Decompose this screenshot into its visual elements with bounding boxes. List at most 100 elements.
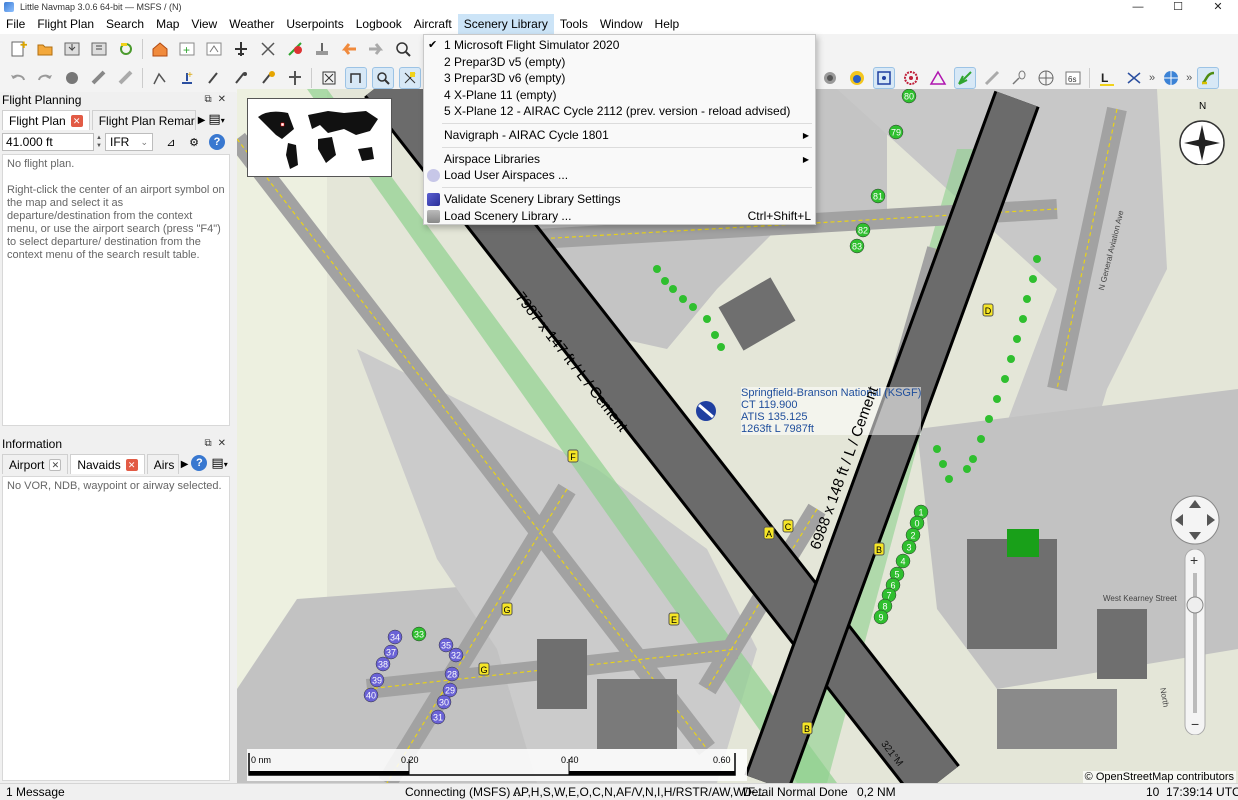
zoom-slider[interactable]: + − xyxy=(1183,549,1207,735)
save-icon[interactable] xyxy=(61,38,83,60)
restricted-airspace-icon[interactable] xyxy=(900,67,922,89)
menu-item-xplane-11[interactable]: 4 X-Plane 11 (empty) xyxy=(424,87,815,104)
cruise-altitude-input[interactable]: 41.000 ft xyxy=(2,133,94,151)
menu-flight-plan[interactable]: Flight Plan xyxy=(31,14,100,34)
menu-aircraft[interactable]: Aircraft xyxy=(408,14,458,34)
new-plan-icon[interactable]: ✚ xyxy=(7,38,29,60)
menu-item-validate-scenery[interactable]: Validate Scenery Library Settings xyxy=(424,191,815,208)
map-navigation-pad[interactable] xyxy=(1169,494,1221,546)
balloon-icon[interactable] xyxy=(1008,67,1030,89)
menu-window[interactable]: Window xyxy=(594,14,649,34)
magnetic-var-icon[interactable] xyxy=(1123,67,1145,89)
menu-item-p3d-v5[interactable]: 2 Prepar3D v5 (empty) xyxy=(424,54,815,71)
export-icon[interactable] xyxy=(311,38,333,60)
add-waypoint-icon[interactable]: + xyxy=(176,38,198,60)
search-map-icon[interactable] xyxy=(371,66,394,89)
map-highlight-icon[interactable] xyxy=(398,66,421,89)
timer-icon[interactable]: 6s xyxy=(1062,67,1084,89)
menu-file[interactable]: File xyxy=(0,14,31,34)
tab-menu-icon[interactable]: ▤▾ xyxy=(208,111,224,127)
settings-icon[interactable]: ⚙ xyxy=(184,133,204,151)
weather-icon[interactable] xyxy=(819,67,841,89)
help-icon[interactable]: ? xyxy=(207,133,227,151)
pen-icon[interactable] xyxy=(981,67,1003,89)
tab-menu-icon[interactable]: ▤▾ xyxy=(211,455,227,471)
help-icon[interactable]: ? xyxy=(191,455,208,471)
menu-item-msfs-2020[interactable]: ✔ 1 Microsoft Flight Simulator 2020 xyxy=(424,37,815,54)
menu-userpoints[interactable]: Userpoints xyxy=(280,14,349,34)
close-tab-icon[interactable]: ✕ xyxy=(49,458,62,471)
vor-icon[interactable] xyxy=(203,67,225,89)
tab-flight-plan[interactable]: Flight Plan ✕ xyxy=(2,110,90,130)
menu-search[interactable]: Search xyxy=(100,14,150,34)
triangle-airspace-icon[interactable] xyxy=(927,67,949,89)
menu-item-p3d-v6[interactable]: 3 Prepar3D v6 (empty) xyxy=(424,70,815,87)
route-calc-icon[interactable] xyxy=(257,38,279,60)
menu-map[interactable]: Map xyxy=(150,14,185,34)
altitude-spinner[interactable]: ▲ ▼ xyxy=(94,134,104,150)
save-as-icon[interactable] xyxy=(88,38,110,60)
menu-logbook[interactable]: Logbook xyxy=(350,14,408,34)
elevation-profile-icon[interactable]: L xyxy=(1096,67,1118,89)
undo-icon[interactable] xyxy=(7,67,29,89)
show-route-icon[interactable] xyxy=(344,66,367,89)
close-tab-icon[interactable]: ✕ xyxy=(70,114,83,127)
aircraft-trail-icon[interactable] xyxy=(1196,66,1219,89)
menu-item-navigraph[interactable]: Navigraph - AIRAC Cycle 1801 ▶ xyxy=(424,127,815,144)
toolbar-overflow-icon[interactable]: » xyxy=(1149,72,1155,84)
close-dock-icon[interactable]: ✕ xyxy=(218,94,232,105)
close-dock-icon[interactable]: ✕ xyxy=(218,438,232,449)
flight-rule-select[interactable]: IFR ⌄ xyxy=(105,133,153,151)
menu-item-load-scenery-library[interactable]: Load Scenery Library ... Ctrl+Shift+L xyxy=(424,208,815,225)
menu-item-xplane-12[interactable]: 5 X-Plane 12 - AIRAC Cycle 2112 (prev. v… xyxy=(424,103,815,120)
ndb-icon[interactable] xyxy=(230,67,252,89)
tab-flight-plan-remarks[interactable]: Flight Plan Remarks xyxy=(91,110,196,130)
edit-plan-icon[interactable]: ⊿ xyxy=(161,133,181,151)
minimize-button[interactable]: — xyxy=(1118,0,1158,14)
menu-item-load-user-airspaces[interactable]: Load User Airspaces ... xyxy=(424,167,815,184)
weather-source-icon[interactable] xyxy=(846,67,868,89)
aircraft-icon[interactable] xyxy=(230,38,252,60)
close-window-button[interactable]: ✕ xyxy=(1198,0,1238,14)
tab-scroll-right-icon[interactable]: ▶ xyxy=(181,459,189,470)
back-icon[interactable] xyxy=(338,38,360,60)
float-dock-icon[interactable]: ⧉ xyxy=(204,94,217,105)
ils-feather-icon[interactable] xyxy=(953,66,976,89)
redo-icon[interactable] xyxy=(34,67,56,89)
ruler-icon[interactable] xyxy=(88,67,110,89)
ruler-alt-icon[interactable] xyxy=(115,67,137,89)
airspace-icon[interactable] xyxy=(872,66,895,89)
close-tab-icon[interactable]: ✕ xyxy=(125,458,138,471)
airport-label[interactable]: Springfield-Branson National (KSGF) CT 1… xyxy=(741,387,922,435)
circle-icon[interactable] xyxy=(61,67,83,89)
menu-view[interactable]: View xyxy=(185,14,223,34)
overview-minimap[interactable] xyxy=(247,98,392,177)
menu-help[interactable]: Help xyxy=(649,14,686,34)
menu-weather[interactable]: Weather xyxy=(223,14,280,34)
forward-icon[interactable] xyxy=(365,38,387,60)
waypoint-star-icon[interactable] xyxy=(257,67,279,89)
ils-icon[interactable] xyxy=(284,38,306,60)
float-dock-icon[interactable]: ⧉ xyxy=(204,438,217,449)
route-edit-icon[interactable] xyxy=(203,38,225,60)
center-aircraft-icon[interactable] xyxy=(284,67,306,89)
tab-scroll-right-icon[interactable]: ▶ xyxy=(198,115,206,126)
departure-home-icon[interactable] xyxy=(149,38,171,60)
zoom-search-icon[interactable] xyxy=(392,38,414,60)
menu-item-airspace-libraries[interactable]: Airspace Libraries ▶ xyxy=(424,151,815,168)
fit-map-icon[interactable] xyxy=(318,67,340,89)
globe-icon[interactable] xyxy=(1160,67,1182,89)
reload-icon[interactable] xyxy=(115,38,137,60)
open-folder-icon[interactable] xyxy=(34,38,56,60)
tab-airport[interactable]: Airport ✕ xyxy=(2,454,69,474)
menu-tools[interactable]: Tools xyxy=(554,14,594,34)
menu-scenery-library[interactable]: Scenery Library xyxy=(457,14,554,34)
tab-airspaces[interactable]: Airs xyxy=(146,454,179,474)
procedure-icon[interactable] xyxy=(149,67,171,89)
tab-navaids[interactable]: Navaids ✕ xyxy=(70,454,145,474)
status-messages[interactable]: 1 Message xyxy=(6,784,65,800)
add-airport-icon[interactable]: + xyxy=(176,67,198,89)
maximize-button[interactable]: ☐ xyxy=(1158,0,1198,14)
compass-rose-icon[interactable] xyxy=(1035,67,1057,89)
toolbar-overflow-2-icon[interactable]: » xyxy=(1186,72,1192,84)
